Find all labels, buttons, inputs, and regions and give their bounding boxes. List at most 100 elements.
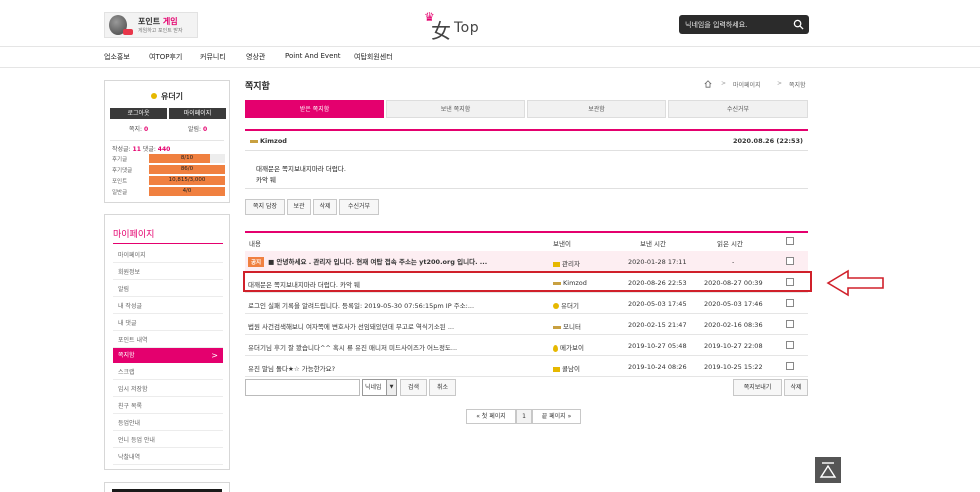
- row-content[interactable]: 유더기님 후기 잘 봤습니다^^ 혹시 류 유진 매니저 미드사이즈가 어느정도…: [248, 342, 543, 352]
- row-checkbox[interactable]: [786, 299, 794, 307]
- message-header: Kimzod 2020.08.26 (22:53): [245, 135, 808, 148]
- row-sent-time: 2020-01-28 17:11: [628, 258, 687, 266]
- nav-item-videos[interactable]: 영상관: [246, 52, 265, 62]
- progress-bar: 4/0: [149, 187, 225, 196]
- profile-panel: 유더기 로그아웃 마이페이지 쪽지: 0 알림: 0 작성글: 11 댓글: 4…: [104, 80, 230, 203]
- site-logo[interactable]: ♛ 女 Top: [424, 10, 494, 43]
- row-sender[interactable]: 모니터: [553, 321, 581, 331]
- alarm-count[interactable]: 알림: 0: [188, 124, 207, 136]
- select-all-checkbox[interactable]: [786, 237, 794, 245]
- row-content[interactable]: 로그인 실패 기록을 알려드립니다. 등록일: 2019-05-30 07:56…: [248, 300, 543, 310]
- row-read-time: 2019-10-25 15:22: [704, 363, 763, 371]
- row-content[interactable]: 유진 말님 돌다★☆ 가능한가요?: [248, 363, 543, 373]
- member-level-icon: [553, 366, 560, 372]
- row-checkbox[interactable]: [786, 257, 794, 265]
- tab-saved[interactable]: 보관함: [527, 100, 666, 118]
- nav-item-reviews[interactable]: 여TOP후기: [149, 52, 182, 62]
- breadcrumb-mypage[interactable]: 마이페이지: [733, 80, 761, 89]
- sidebar-item-alarm[interactable]: 알림: [113, 282, 223, 297]
- list-toolbar: 닉네임 ▼ 검색 취소 쪽지보내기 삭제: [245, 379, 808, 396]
- breadcrumb-separator: >: [777, 80, 783, 87]
- sidebar-item-mypage[interactable]: 마이페이지: [113, 248, 223, 263]
- sidebar-item-my-posts[interactable]: 내 작성글: [113, 299, 223, 314]
- list-search-input[interactable]: [245, 379, 360, 396]
- column-header-sender: 보낸이: [553, 240, 571, 248]
- table-row[interactable]: 법원 사건검색해보니 여자쪽에 변호사가 선임돼있던데 무고로 역식기소된 ..…: [245, 314, 808, 335]
- sidebar-item-point-history[interactable]: 포인트 내역: [113, 333, 223, 348]
- sidebar-banner[interactable]: [104, 482, 230, 492]
- logout-button[interactable]: 로그아웃: [110, 108, 167, 119]
- table-row[interactable]: 유더기님 후기 잘 봤습니다^^ 혹시 류 유진 매니저 미드사이즈가 어느정도…: [245, 335, 808, 356]
- cancel-button[interactable]: 취소: [429, 379, 456, 396]
- level-label: 후기글: [112, 157, 128, 163]
- last-page-button[interactable]: 끝 페이지 »: [532, 409, 581, 424]
- breadcrumb-separator: >: [721, 80, 727, 87]
- row-sender[interactable]: 유더기: [553, 300, 579, 310]
- message-count[interactable]: 쪽지: 0: [129, 124, 148, 136]
- nickname-search-input[interactable]: [685, 18, 785, 31]
- row-sent-time: 2019-10-24 08:26: [628, 363, 687, 371]
- save-button[interactable]: 보관: [287, 199, 311, 215]
- arrow-up-icon: [819, 462, 837, 478]
- promo-subtitle: 게임하고 포인트 받자: [138, 28, 183, 34]
- sidebar-title: 마이페이지: [113, 230, 155, 240]
- row-checkbox[interactable]: [786, 362, 794, 370]
- row-checkbox[interactable]: [786, 341, 794, 349]
- table-row[interactable]: 로그인 실패 기록을 알려드립니다. 등록일: 2019-05-30 07:56…: [245, 293, 808, 314]
- search-button[interactable]: 검색: [400, 379, 427, 396]
- row-sender[interactable]: 메가보이: [553, 342, 584, 352]
- sidebar-item-friends[interactable]: 친구 목록: [113, 399, 223, 414]
- posts-label: 작성글:: [112, 146, 131, 153]
- main-nav: 업소홍보 여TOP후기 커뮤니티 영상관 Point And Event 여탑회…: [0, 46, 980, 68]
- mypage-button[interactable]: 마이페이지: [169, 108, 226, 119]
- first-page-button[interactable]: « 첫 페이지: [466, 409, 516, 424]
- sidebar-item-member-info[interactable]: 회원정보: [113, 265, 223, 280]
- message-tabs: 받은 쪽지함 보낸 쪽지함 보관함 수신거부: [245, 100, 808, 118]
- row-content[interactable]: 공지 ■ 안녕하세요 . 관리자 입니다. 현재 여탑 접속 주소는 yt200.…: [248, 256, 543, 267]
- row-checkbox[interactable]: [786, 320, 794, 328]
- search-type-select[interactable]: 닉네임 ▼: [362, 379, 397, 396]
- delete-selected-button[interactable]: 삭제: [784, 379, 808, 396]
- sidebar-item-sister-level-guide[interactable]: 언니 등업 안내: [113, 433, 223, 448]
- tab-sent[interactable]: 보낸 쪽지함: [386, 100, 525, 118]
- search-icon[interactable]: [793, 19, 804, 30]
- scroll-top-button[interactable]: [815, 457, 841, 483]
- nav-item-community[interactable]: 커뮤니티: [200, 52, 226, 62]
- reply-button[interactable]: 쪽지 답장: [245, 199, 285, 215]
- row-read-time: 2020-05-03 17:46: [704, 300, 763, 308]
- sidebar-item-drafts[interactable]: 임시 저장함: [113, 382, 223, 397]
- progress-value: 86/0: [180, 166, 194, 172]
- level-row: 일반글 4/0: [112, 187, 227, 196]
- point-game-banner[interactable]: 포인트 게임 게임하고 포인트 받자: [104, 12, 198, 38]
- sidebar-item-messages[interactable]: 쪽지함 >: [113, 348, 223, 363]
- message-sender[interactable]: Kimzod: [260, 137, 287, 145]
- tab-inbox[interactable]: 받은 쪽지함: [245, 100, 384, 118]
- row-sent-time: 2019-10-27 05:48: [628, 342, 687, 350]
- table-row[interactable]: 공지 ■ 안녕하세요 . 관리자 입니다. 현재 여탑 접속 주소는 yt200.…: [245, 251, 808, 272]
- nav-item-promo[interactable]: 업소홍보: [104, 52, 130, 62]
- page-1-button[interactable]: 1: [516, 409, 532, 424]
- progress-bar: 10,815/3,000: [149, 176, 225, 185]
- delete-button[interactable]: 삭제: [313, 199, 337, 215]
- level-row: 포인트 10,815/3,000: [112, 176, 227, 185]
- nav-item-point-event[interactable]: Point And Event: [285, 52, 341, 60]
- send-message-button[interactable]: 쪽지보내기: [733, 379, 782, 396]
- message-body-line: 카악 퉤: [256, 176, 277, 184]
- sidebar-item-scrap[interactable]: 스크랩: [113, 365, 223, 380]
- sidebar-item-my-comments[interactable]: 내 댓글: [113, 316, 223, 331]
- nav-item-member-center[interactable]: 여탑회원센터: [354, 52, 393, 62]
- row-sender[interactable]: 관리자: [553, 258, 580, 268]
- page-title: 쪽지함: [245, 82, 270, 92]
- tab-blocked[interactable]: 수신거부: [668, 100, 808, 118]
- level-row: 후기글 8/10: [112, 154, 227, 163]
- row-content[interactable]: 법원 사건검색해보니 여자쪽에 변호사가 선임돼있던데 무고로 역식기소된 ..…: [248, 321, 543, 331]
- sidebar-item-bid-history[interactable]: 낙찰내역: [113, 450, 223, 465]
- level-label: 일반글: [112, 190, 128, 196]
- home-icon[interactable]: [704, 80, 712, 88]
- sidebar-item-level-guide[interactable]: 등업안내: [113, 416, 223, 431]
- table-row[interactable]: 유진 말님 돌다★☆ 가능한가요? 콜남이 2019-10-24 08:26 2…: [245, 356, 808, 377]
- block-button[interactable]: 수신거부: [339, 199, 379, 215]
- column-header-read: 읽은 시간: [717, 240, 743, 248]
- row-sender[interactable]: 콜남이: [553, 363, 580, 373]
- logo-text: Top: [454, 20, 480, 36]
